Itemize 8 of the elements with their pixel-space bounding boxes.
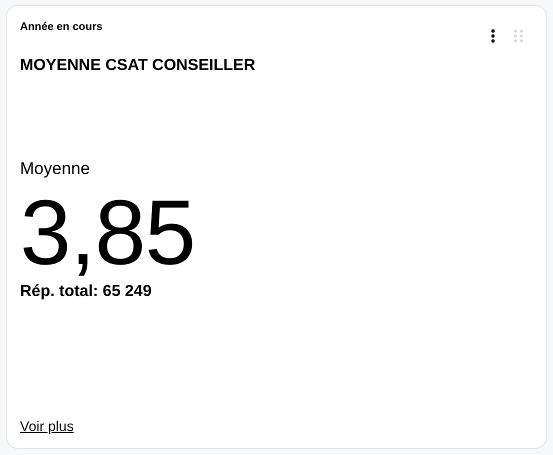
more-options-icon[interactable] (491, 29, 495, 43)
total-responses: Rép. total: 65 249 (20, 283, 152, 301)
card-title: MOYENNE CSAT CONSEILLER (20, 57, 256, 75)
period-label: Année en cours (20, 21, 103, 33)
metric-label: Moyenne (20, 159, 90, 179)
metric-value: 3,85 (20, 187, 196, 279)
see-more-link[interactable]: Voir plus (20, 418, 74, 434)
drag-handle-icon[interactable] (514, 29, 523, 43)
